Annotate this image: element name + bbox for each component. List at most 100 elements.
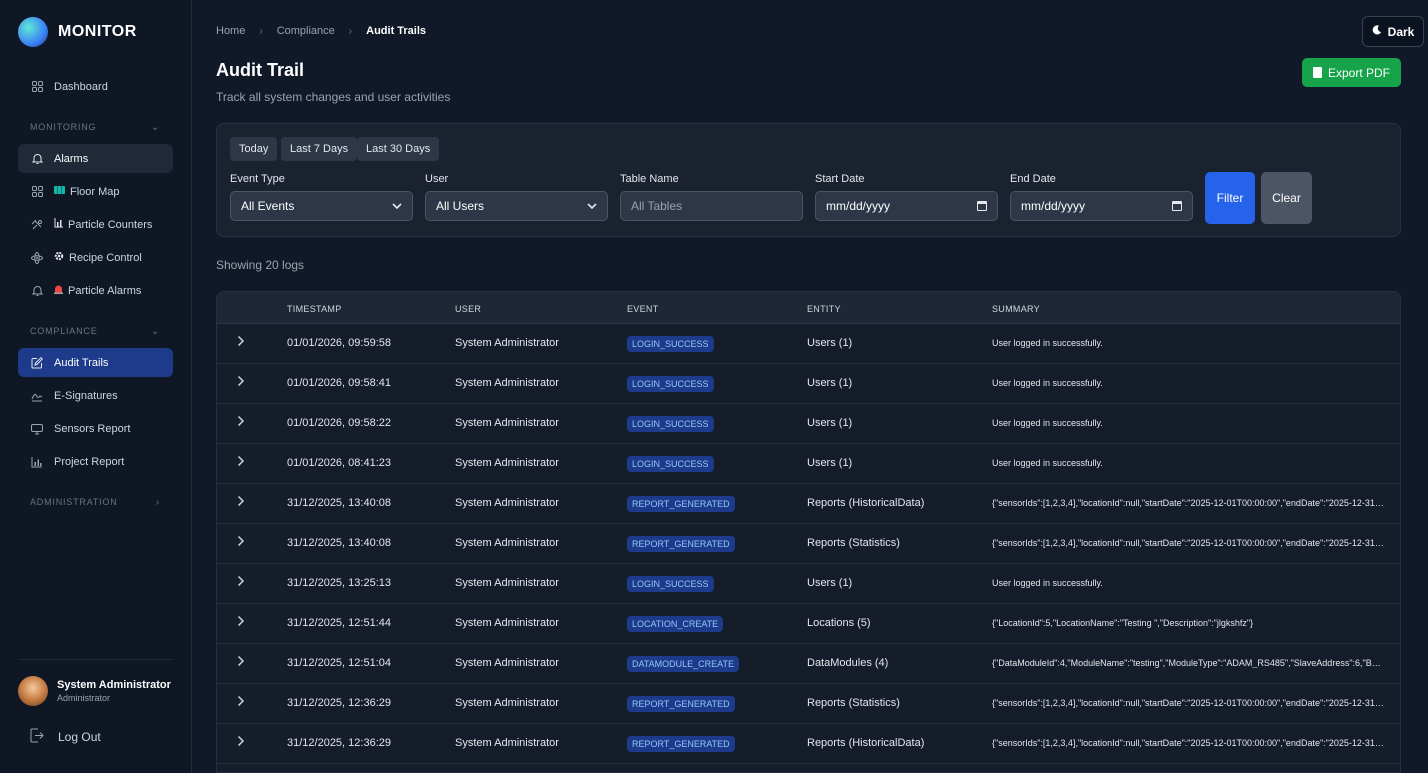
column-header-user[interactable]: USER (455, 304, 481, 314)
chevron-right-icon: › (155, 496, 160, 508)
grid-icon (30, 185, 44, 199)
table-row[interactable]: 31/12/2025, 13:40:08 System Administrator… (217, 524, 1400, 564)
event-badge: REPORT_GENERATED (627, 496, 735, 512)
chevron-right-icon[interactable] (237, 375, 245, 390)
table-row[interactable]: 01/01/2026, 08:41:23 System Administrator… (217, 444, 1400, 484)
user-profile[interactable]: System Administrator Administrator (18, 676, 171, 706)
quick-filter-today[interactable]: Today (230, 137, 278, 161)
sidebar-item-particle-counters[interactable]: Particle Counters (18, 210, 173, 239)
chevron-right-icon[interactable] (237, 415, 245, 430)
sidebar-item-dashboard[interactable]: Dashboard (18, 72, 173, 101)
chevron-right-icon[interactable] (237, 495, 245, 510)
end-date-input[interactable]: mm/dd/yyyy (1010, 191, 1193, 221)
chevron-right-icon[interactable] (237, 695, 245, 710)
table-row[interactable]: 01/01/2026, 09:59:58 System Administrator… (217, 324, 1400, 364)
cell-user: System Administrator (455, 497, 559, 509)
breadcrumb-compliance[interactable]: Compliance (277, 25, 335, 37)
section-label: MONITORING (30, 122, 97, 132)
start-date-input[interactable]: mm/dd/yyyy (815, 191, 998, 221)
column-header-summary[interactable]: SUMMARY (992, 304, 1040, 314)
export-pdf-label: Export PDF (1327, 65, 1390, 80)
atom-icon (30, 251, 44, 265)
sidebar-item-sensors-report[interactable]: Sensors Report (18, 414, 173, 443)
table-row[interactable]: 31/12/2025, 12:51:04 System Administrator… (217, 644, 1400, 684)
event-type-select[interactable]: All Events (230, 191, 413, 221)
column-header-event[interactable]: EVENT (627, 304, 659, 314)
table-row[interactable]: 31/12/2025, 13:25:13 System Administrator… (217, 564, 1400, 604)
column-header-timestamp[interactable]: TIMESTAMP (287, 304, 342, 314)
logout-icon (30, 728, 44, 746)
quick-filter-last-30-days[interactable]: Last 30 Days (357, 137, 440, 161)
event-type-label: Event Type (230, 173, 285, 185)
sidebar-item-audit-trails[interactable]: Audit Trails (18, 348, 173, 377)
table-row[interactable]: 31/12/2025, 12:36:29 System Administrator… (217, 724, 1400, 764)
sensor-icon (30, 422, 44, 436)
event-badge: LOGIN_SUCCESS (627, 576, 714, 592)
event-badge: LOGIN_SUCCESS (627, 456, 714, 472)
chevron-right-icon[interactable] (237, 615, 245, 630)
chevron-down-icon: ⌄ (150, 121, 160, 133)
sidebar-item-project-report[interactable]: Project Report (18, 447, 173, 476)
chevron-right-icon[interactable] (237, 655, 245, 670)
quick-filter-last-7-days[interactable]: Last 7 Days (281, 137, 358, 161)
event-badge: REPORT_GENERATED (627, 696, 735, 712)
calendar-icon[interactable] (977, 201, 987, 211)
edit-icon (30, 356, 44, 370)
export-pdf-button[interactable]: Export PDF (1302, 58, 1401, 87)
column-header-entity[interactable]: ENTITY (807, 304, 841, 314)
clear-button[interactable]: Clear (1261, 172, 1312, 224)
cell-timestamp: 31/12/2025, 13:25:13 (287, 577, 391, 589)
sidebar-item-e-signatures[interactable]: E-Signatures (18, 381, 173, 410)
user-select[interactable]: All Users (425, 191, 608, 221)
document-icon (1312, 67, 1322, 78)
table-name-placeholder: All Tables (631, 199, 683, 213)
filter-button[interactable]: Filter (1205, 172, 1255, 224)
chevron-right-icon: › (348, 25, 353, 37)
page-subtitle: Track all system changes and user activi… (216, 90, 451, 104)
cell-user: System Administrator (455, 417, 559, 429)
cell-entity: Users (1) (807, 417, 853, 429)
sidebar-item-alarms[interactable]: Alarms (18, 144, 173, 173)
cell-entity: Locations (5) (807, 617, 871, 629)
sidebar-item-floor-map[interactable]: Floor Map (18, 177, 173, 206)
event-badge: LOGIN_SUCCESS (627, 336, 714, 352)
sidebar: MONITOR Dashboard MONITORING ⌄ Alarms Fl… (0, 0, 192, 773)
chevron-right-icon[interactable] (237, 455, 245, 470)
chevron-right-icon[interactable] (237, 535, 245, 550)
gear-icon (54, 251, 64, 264)
logout-button[interactable]: Log Out (30, 728, 101, 746)
start-date-label: Start Date (815, 173, 865, 185)
sidebar-item-particle-alarms[interactable]: Particle Alarms (18, 276, 173, 305)
chevron-right-icon[interactable] (237, 575, 245, 590)
cell-entity: Users (1) (807, 577, 853, 589)
chevron-right-icon[interactable] (237, 735, 245, 750)
sidebar-item-label: Sensors Report (54, 422, 131, 435)
bell-icon (30, 284, 44, 298)
cell-summary: User logged in successfully. (992, 578, 1103, 588)
brand[interactable]: MONITOR (18, 17, 137, 47)
table-row[interactable]: 01/01/2026, 09:58:22 System Administrator… (217, 404, 1400, 444)
section-label: COMPLIANCE (30, 326, 98, 336)
table-row[interactable]: 31/12/2025, 12:51:44 System Administrator… (217, 604, 1400, 644)
calendar-icon[interactable] (1172, 201, 1182, 211)
event-badge: LOGIN_SUCCESS (627, 416, 714, 432)
table-row[interactable]: 31/12/2025, 12:36:29 System Administrator… (217, 684, 1400, 724)
theme-toggle-button[interactable]: Dark (1362, 16, 1424, 47)
breadcrumb-home[interactable]: Home (216, 25, 245, 37)
event-badge: REPORT_GENERATED (627, 736, 735, 752)
table-row[interactable]: 31/12/2025, 13:40:08 System Administrator… (217, 484, 1400, 524)
section-monitoring[interactable]: MONITORING ⌄ (30, 120, 160, 134)
section-compliance[interactable]: COMPLIANCE ⌄ (30, 324, 160, 338)
cell-timestamp: 31/12/2025, 12:36:29 (287, 737, 391, 749)
event-badge: REPORT_GENERATED (627, 536, 735, 552)
start-date-value: mm/dd/yyyy (826, 199, 891, 213)
brand-name: MONITOR (58, 23, 137, 40)
sidebar-item-recipe-control[interactable]: Recipe Control (18, 243, 173, 272)
table-row[interactable]: 01/01/2026, 09:58:41 System Administrator… (217, 364, 1400, 404)
sidebar-item-label: Dashboard (54, 80, 108, 93)
section-administration[interactable]: ADMINISTRATION › (30, 495, 160, 509)
theme-toggle-label: Dark (1387, 24, 1415, 39)
table-name-input[interactable]: All Tables (620, 191, 803, 221)
siren-icon (54, 284, 63, 297)
chevron-right-icon[interactable] (237, 335, 245, 350)
